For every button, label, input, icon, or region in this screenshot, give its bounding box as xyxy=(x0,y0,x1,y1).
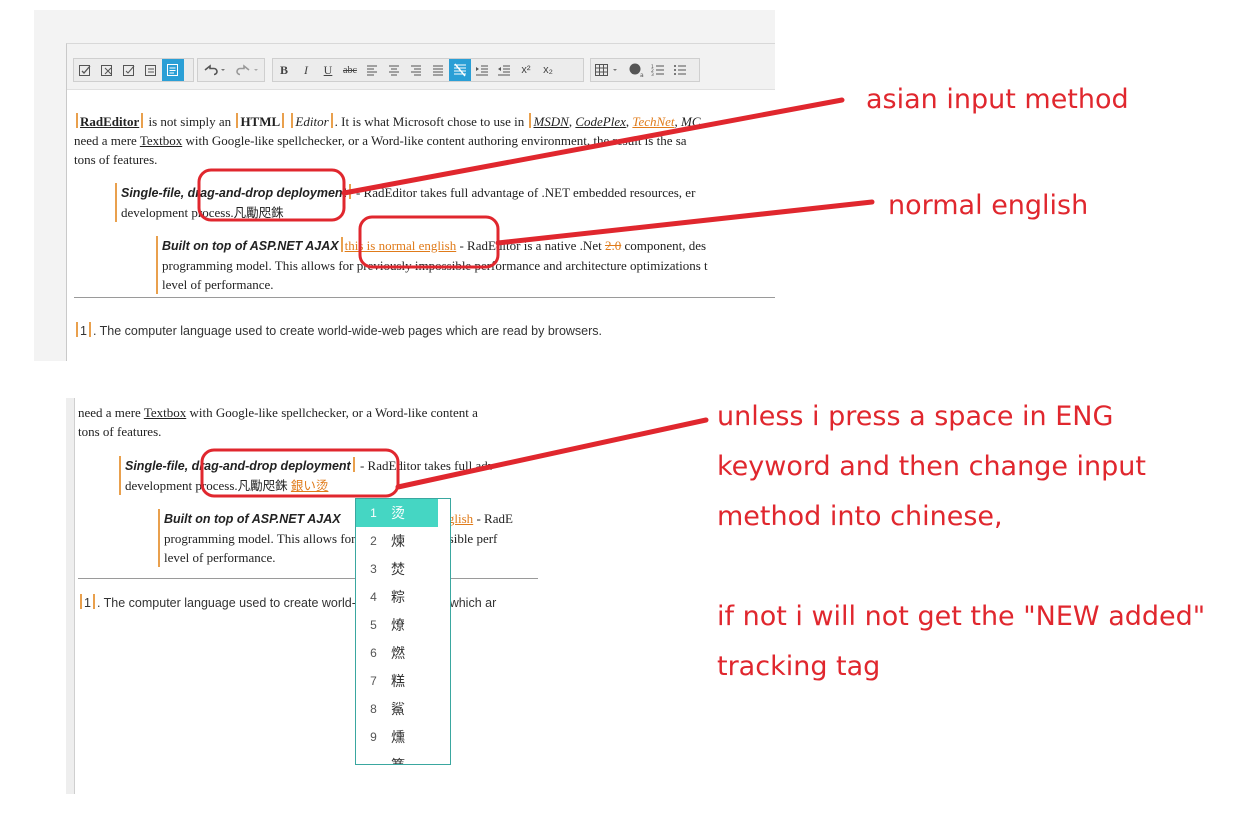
footnote-divider xyxy=(74,297,775,298)
footnote-divider xyxy=(78,578,538,579)
ime-candidate-item[interactable]: 4粽 xyxy=(356,583,450,611)
chinese-text: 凡勵咫銖 xyxy=(237,478,288,493)
indent-icon[interactable] xyxy=(471,59,493,81)
formatting-group: B I U abc x² x₂ xyxy=(272,58,584,82)
strikethrough-icon[interactable]: abc xyxy=(339,59,361,81)
ime-candidate-item[interactable]: 1烫 xyxy=(356,499,438,527)
annotation-unless-line3: method into chinese, xyxy=(717,501,1003,532)
editor-screenshot-bottom: need a mere Textbox with Google-like spe… xyxy=(53,398,538,794)
paragraph-intro: RadEditor is not simply an HTML Editor. … xyxy=(74,113,701,167)
footnote: 1. The computer language used to create … xyxy=(74,322,602,341)
ime-candidate-number: 5 xyxy=(370,618,377,632)
ime-candidate-number: 9 xyxy=(370,730,377,744)
track-changes-icon[interactable] xyxy=(74,59,96,81)
align-center-icon[interactable] xyxy=(383,59,405,81)
ime-candidate-item[interactable]: 5燎 xyxy=(356,611,450,639)
ime-candidate-number: 8 xyxy=(370,702,377,716)
format-stripper-icon[interactable] xyxy=(449,59,471,81)
editor-frame: B I U abc x² x₂ abc 123 xyxy=(66,43,775,361)
bulleted-list-icon[interactable] xyxy=(669,59,691,81)
italic-icon[interactable]: I xyxy=(295,59,317,81)
ime-candidate-number: 3 xyxy=(370,562,377,576)
ime-candidate-char: 鯊 xyxy=(391,702,405,718)
insert-group: abc 123 xyxy=(590,58,700,82)
history-group xyxy=(197,58,265,82)
radeditor-link[interactable]: RadEditor xyxy=(80,114,139,129)
annotation-unless-line2: keyword and then change input xyxy=(717,451,1146,482)
ime-candidate-item[interactable]: 6燃 xyxy=(356,639,450,667)
ime-candidate-char: 糕 xyxy=(391,674,405,690)
outdent-icon[interactable] xyxy=(493,59,515,81)
ime-candidate-number: 2 xyxy=(370,534,377,548)
spellcheck-icon[interactable]: abc xyxy=(625,59,647,81)
annotation-asian-input: asian input method xyxy=(866,84,1129,115)
ime-candidate-item[interactable]: 2煉 xyxy=(356,527,450,555)
ime-candidate-char: 燃 xyxy=(391,646,405,662)
reject-change-icon[interactable] xyxy=(118,59,140,81)
ime-candidate-char: 烫 xyxy=(391,506,405,522)
ime-candidate-char: 焚 xyxy=(391,562,405,578)
ime-candidate-char: 燻 xyxy=(391,730,405,746)
ime-candidate-item[interactable]: 8鯊 xyxy=(356,695,450,723)
ime-candidate-item[interactable]: 3焚 xyxy=(356,555,450,583)
redo-icon[interactable] xyxy=(231,59,264,81)
align-right-icon[interactable] xyxy=(405,59,427,81)
msdn-link[interactable]: MSDN xyxy=(533,114,568,129)
ime-candidate-item[interactable]: 7糕 xyxy=(356,667,450,695)
annotation-unless-line1: unless i press a space in ENG xyxy=(717,401,1114,432)
ime-candidate-char: 粽 xyxy=(391,590,405,606)
svg-text:3: 3 xyxy=(651,72,654,77)
annotation-ifnot-line2: tracking tag xyxy=(717,651,881,682)
ime-candidate-number: 1 xyxy=(370,506,377,520)
ime-candidate-number: 4 xyxy=(370,590,377,604)
subscript-icon[interactable]: x₂ xyxy=(537,59,559,81)
deleted-text: 2.0 xyxy=(604,238,622,253)
justify-icon[interactable] xyxy=(427,59,449,81)
undo-icon[interactable] xyxy=(198,59,231,81)
ordered-list-icon[interactable]: 123 xyxy=(647,59,669,81)
svg-text:abc: abc xyxy=(640,72,644,78)
blockquote-ajax-bottom: Built on top of ASP.NET AJAX english - Ra… xyxy=(158,509,513,567)
blockquote-ajax: Built on top of ASP.NET AJAX this is norm… xyxy=(156,236,775,294)
ime-candidate-item[interactable]: 篝 xyxy=(356,751,450,764)
accept-all-icon[interactable] xyxy=(140,59,162,81)
ime-candidate-char: 煉 xyxy=(391,534,405,550)
codeplex-link[interactable]: CodePlex xyxy=(575,114,626,129)
ime-candidate-number: 7 xyxy=(370,674,377,688)
bold-icon[interactable]: B xyxy=(273,59,295,81)
ime-candidate-number: 6 xyxy=(370,646,377,660)
track-changes-group xyxy=(73,58,194,82)
reject-all-icon[interactable] xyxy=(162,59,184,81)
superscript-icon[interactable]: x² xyxy=(515,59,537,81)
technet-link[interactable]: TechNet xyxy=(632,114,674,129)
editor-toolbar: B I U abc x² x₂ abc 123 xyxy=(67,44,775,90)
align-left-icon[interactable] xyxy=(361,59,383,81)
inserted-english-text: this is normal english xyxy=(344,238,457,253)
annotation-normal-english: normal english xyxy=(888,190,1089,221)
table-icon[interactable] xyxy=(591,59,625,81)
blockquote-deployment-bottom: Single-file, drag-and-drop deployment - … xyxy=(119,456,494,495)
blockquote-deployment: Single-file, drag-and-drop deployment - … xyxy=(115,183,775,222)
ime-candidate-char: 燎 xyxy=(391,618,405,634)
editor-screenshot-top: B I U abc x² x₂ abc 123 xyxy=(34,10,775,361)
ime-candidate-item[interactable]: 9燻 xyxy=(356,723,450,751)
paragraph-intro-bottom: need a mere Textbox with Google-like spe… xyxy=(78,405,478,439)
annotation-ifnot-line1: if not i will not get the "NEW added" xyxy=(717,601,1206,632)
ime-composition-text: 銀い烫 xyxy=(290,478,329,493)
accept-change-icon[interactable] xyxy=(96,59,118,81)
ime-candidate-list: 1烫2煉3焚4粽5燎6燃7糕8鯊9燻篝 xyxy=(355,498,451,765)
editor-left-border xyxy=(66,398,75,794)
underline-icon[interactable]: U xyxy=(317,59,339,81)
chinese-text: 凡勵咫銖 xyxy=(233,205,284,220)
ime-candidate-char: 篝 xyxy=(391,755,405,764)
